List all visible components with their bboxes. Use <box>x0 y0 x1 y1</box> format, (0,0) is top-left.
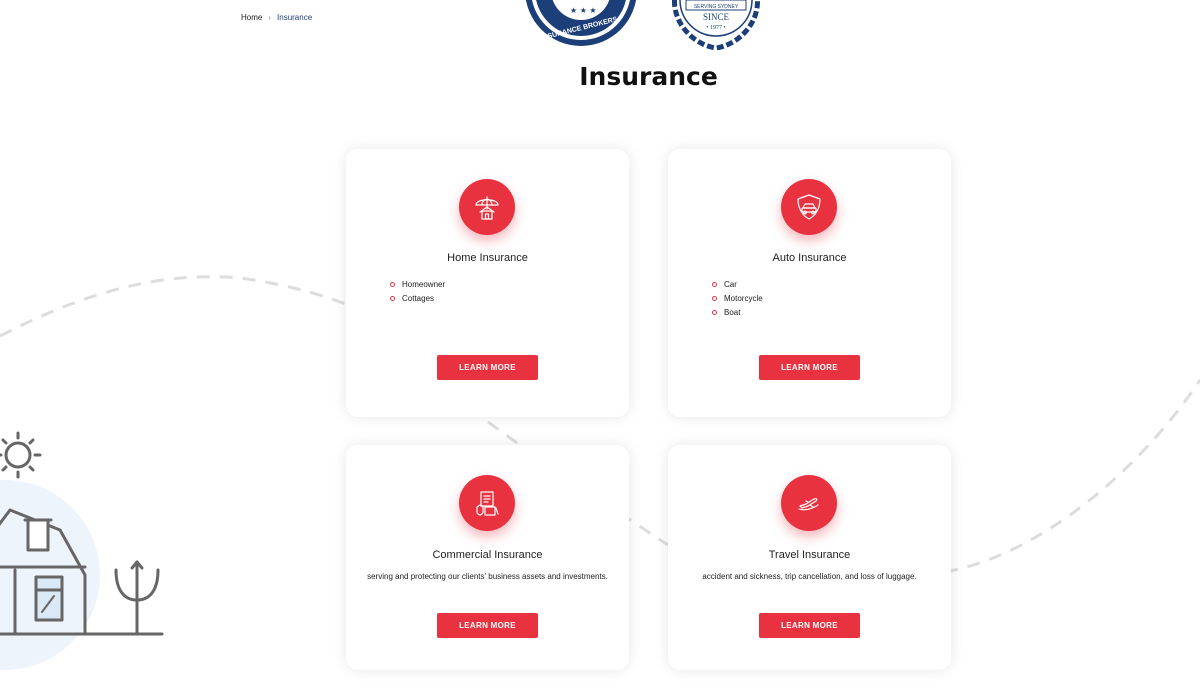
coverage-list: Car Motorcycle Boat <box>712 278 763 320</box>
travel-insurance-card: Travel Insurance accident and sickness, … <box>668 445 951 670</box>
breadcrumb: Home › Insurance <box>241 13 312 22</box>
dashed-curve-right <box>944 379 1200 574</box>
auto-insurance-card: Auto Insurance Car Motorcycle Boat LEARN… <box>668 149 951 417</box>
list-item: Car <box>712 278 763 292</box>
page-title: Insurance <box>579 62 718 91</box>
svg-text:• 1977 •: • 1977 • <box>706 25 725 31</box>
chevron-right-icon: › <box>268 13 272 22</box>
home-insurance-card: Home Insurance Homeowner Cottages LEARN … <box>346 149 629 417</box>
sun-icon <box>0 431 42 479</box>
card-title: Travel Insurance <box>768 549 851 561</box>
car-shield-icon <box>781 179 837 235</box>
learn-more-button[interactable]: LEARN MORE <box>437 613 538 638</box>
card-description: serving and protecting our clients' busi… <box>367 572 608 581</box>
card-description: accident and sickness, trip cancellation… <box>702 572 917 581</box>
airplane-hand-icon <box>781 475 837 531</box>
umbrella-house-icon <box>459 179 515 235</box>
card-title: Commercial Insurance <box>432 549 543 561</box>
learn-more-button[interactable]: LEARN MORE <box>437 355 538 380</box>
commercial-insurance-card: Commercial Insurance serving and protect… <box>346 445 629 670</box>
learn-more-button[interactable]: LEARN MORE <box>759 355 860 380</box>
breadcrumb-home-link[interactable]: Home <box>241 13 262 22</box>
card-title: Auto Insurance <box>772 252 847 264</box>
list-item: Motorcycle <box>712 292 763 306</box>
card-title: Home Insurance <box>447 252 528 264</box>
list-item: Cottages <box>390 292 445 306</box>
list-item: Homeowner <box>390 278 445 292</box>
svg-text:★ ★ ★: ★ ★ ★ <box>570 6 597 15</box>
list-item: Boat <box>712 306 763 320</box>
since-1977-seal: SERVING SYDNEY SINCE • 1977 • <box>658 0 774 50</box>
insurance-brokers-seal: ★ ★ ★ INSURANCE BROKERS <box>523 0 639 48</box>
breadcrumb-current: Insurance <box>277 13 313 22</box>
coverage-list: Homeowner Cottages <box>390 278 445 306</box>
svg-text:SERVING SYDNEY: SERVING SYDNEY <box>694 4 739 10</box>
business-documents-icon <box>459 475 515 531</box>
svg-text:SINCE: SINCE <box>703 12 730 22</box>
learn-more-button[interactable]: LEARN MORE <box>759 613 860 638</box>
